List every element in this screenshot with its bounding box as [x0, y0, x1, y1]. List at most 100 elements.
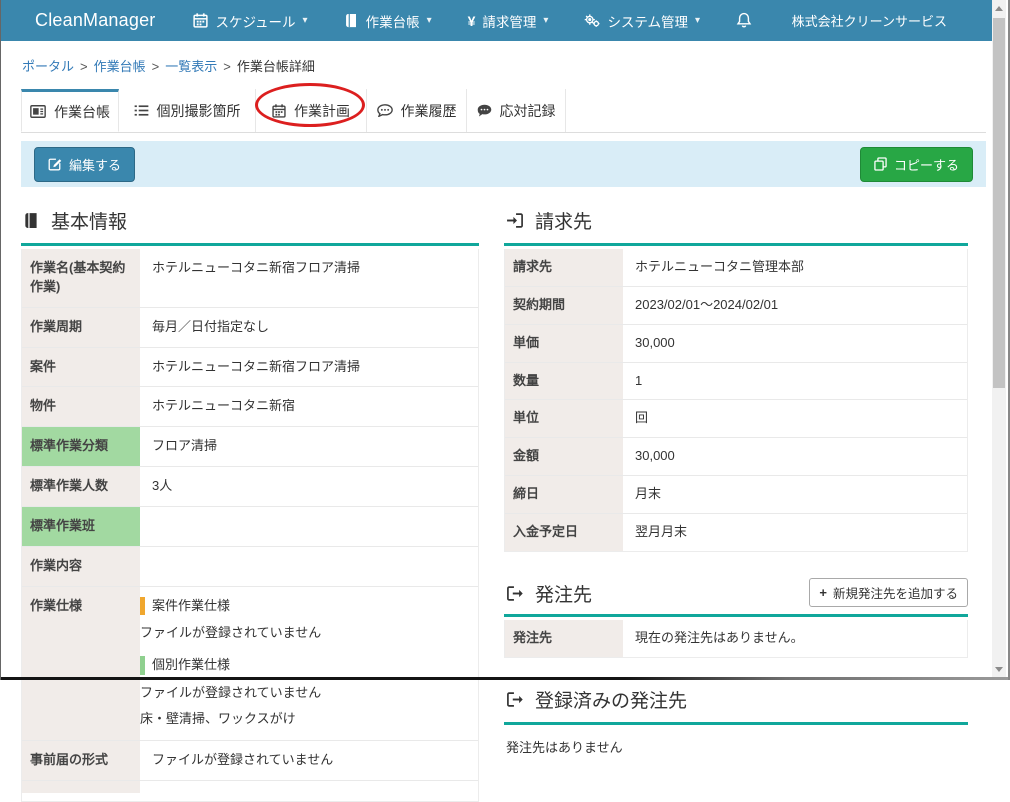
gears-icon [584, 13, 600, 28]
table-row: 案件 ホテルニューコタニ新宿フロア清掃 [22, 348, 478, 388]
add-supplier-button[interactable]: + 新規発注先を追加する [809, 578, 968, 607]
row-value: フロア清掃 [140, 427, 478, 466]
row-value: 1 [623, 363, 967, 400]
add-supplier-button-label: 新規発注先を追加する [833, 583, 958, 602]
row-label: 案件 [22, 348, 140, 387]
copy-button[interactable]: コピーする [860, 147, 973, 182]
yen-icon: ¥ [468, 13, 476, 29]
row-label: 発注先 [505, 620, 623, 657]
row-value: 現在の発注先はありません。 [623, 620, 967, 657]
breadcrumb-separator: > [80, 59, 88, 74]
breadcrumb-current: 作業台帳詳細 [237, 59, 315, 74]
billing-panel: 請求先 請求先 ホテルニューコタニ管理本部 契約期間 2023/02/01～20… [504, 201, 968, 802]
registered-supplier-empty-text: 発注先はありません [504, 737, 968, 756]
row-value: 30,000 [623, 438, 967, 475]
scroll-down-button[interactable] [992, 661, 1006, 677]
table-row: 作業内容 [22, 547, 478, 587]
basic-info-table: 作業名(基本契約作業) ホテルニューコタニ新宿フロア清掃 作業周期 毎月／日付指… [21, 249, 479, 802]
row-value: 2023/02/01～2024/02/01 [623, 287, 967, 324]
table-row: 契約期間 2023/02/01～2024/02/01 [505, 287, 967, 325]
row-value: ホテルニューコタニ新宿フロア清掃 [140, 249, 478, 307]
billing-table: 請求先 ホテルニューコタニ管理本部 契約期間 2023/02/01～2024/0… [504, 249, 968, 552]
table-row: 締日 月末 [505, 476, 967, 514]
tab-work-plan[interactable]: 作業計画 [256, 89, 367, 132]
triangle-down-icon [995, 667, 1003, 672]
copy-icon [874, 157, 887, 171]
row-label: 物件 [22, 387, 140, 426]
row-label-highlighted: 標準作業分類 [22, 427, 140, 466]
nav-menu-schedule[interactable]: スケジュール ▾ [193, 11, 307, 31]
spec-line: 床・壁清掃、ワックスがけ [140, 710, 478, 729]
row-value: 3人 [140, 467, 478, 506]
nav-menus: スケジュール ▾ 作業台帳 ▾ ¥ 請求管理 ▾ システム管理 ▾ [193, 11, 700, 31]
tab-individual-photo-spots[interactable]: 個別撮影箇所 [119, 89, 256, 132]
bell-icon[interactable] [736, 12, 752, 29]
spec-line: ファイルが登録されていません [140, 684, 478, 703]
table-row: 数量 1 [505, 363, 967, 401]
top-navbar: CleanManager スケジュール ▾ 作業台帳 ▾ ¥ 請求管理 ▾ シス… [1, 0, 995, 41]
row-label-highlighted: 標準作業班 [22, 507, 140, 546]
table-row: 標準作業班 [22, 507, 478, 547]
chevron-down-icon: ▾ [303, 15, 308, 26]
row-value: 毎月／日付指定なし [140, 308, 478, 347]
main-content: 基本情報 作業名(基本契約作業) ホテルニューコタニ新宿フロア清掃 作業周期 毎… [21, 201, 1008, 802]
row-label: 入金予定日 [505, 514, 623, 551]
row-label: 標準作業人数 [22, 467, 140, 506]
registered-supplier-heading: 登録済みの発注先 [504, 680, 968, 725]
nav-menu-system[interactable]: システム管理 ▾ [584, 11, 700, 31]
vertical-scrollbar[interactable] [992, 0, 1006, 677]
nav-menu-label: システム管理 [607, 11, 688, 31]
book-icon [344, 13, 359, 28]
tab-response-records[interactable]: 応対記録 [467, 89, 566, 132]
plus-icon: + [819, 585, 827, 600]
app-logo[interactable]: CleanManager [35, 10, 155, 31]
nav-menu-billing[interactable]: ¥ 請求管理 ▾ [468, 11, 549, 31]
tab-work-history[interactable]: 作業履歴 [367, 89, 467, 132]
breadcrumb-portal[interactable]: ポータル [22, 59, 74, 74]
spec-group-heading: 案件作業仕様 [140, 597, 230, 616]
tab-label: 作業台帳 [54, 102, 110, 122]
row-value [140, 547, 478, 586]
table-row: 標準作業分類 フロア清掃 [22, 427, 478, 467]
table-row: 事前届の形式 ファイルが登録されていません [22, 741, 478, 781]
edit-button-label: 編集する [69, 155, 121, 174]
row-value: ホテルニューコタニ管理本部 [623, 249, 967, 286]
row-label: 契約期間 [505, 287, 623, 324]
detail-tabs: 作業台帳 個別撮影箇所 作業計画 作業履歴 応対記録 [21, 89, 986, 133]
spec-line: ファイルが登録されていません [140, 624, 478, 643]
table-row: 単位 回 [505, 400, 967, 438]
table-row: 入金予定日 翌月月末 [505, 514, 967, 551]
row-label: 単価 [505, 325, 623, 362]
table-row: 物件 ホテルニューコタニ新宿 [22, 387, 478, 427]
chevron-down-icon: ▾ [543, 15, 548, 26]
section-title: 請求先 [535, 207, 592, 234]
row-label: 請求先 [505, 249, 623, 286]
nav-menu-work-ledger[interactable]: 作業台帳 ▾ [344, 11, 432, 31]
row-value [140, 781, 478, 801]
spec-group-heading: 個別作業仕様 [140, 656, 230, 675]
row-label: 金額 [505, 438, 623, 475]
row-label: 作業周期 [22, 308, 140, 347]
tab-work-ledger[interactable]: 作業台帳 [21, 89, 119, 132]
supplier-table: 発注先 現在の発注先はありません。 [504, 620, 968, 658]
edit-button[interactable]: 編集する [34, 147, 135, 182]
table-row: 請求先 ホテルニューコタニ管理本部 [505, 249, 967, 287]
nav-menu-label: 請求管理 [482, 11, 536, 31]
action-toolbar: 編集する コピーする [21, 141, 986, 187]
section-title: 発注先 [535, 580, 592, 607]
company-name[interactable]: 株式会社クリーンサービス [792, 11, 947, 30]
breadcrumb-separator: > [223, 59, 231, 74]
calendar-icon [193, 13, 208, 28]
table-row: 金額 30,000 [505, 438, 967, 476]
breadcrumb-list-view[interactable]: 一覧表示 [165, 59, 217, 74]
scroll-up-button[interactable] [992, 0, 1006, 16]
row-label: 事前届の形式 [22, 741, 140, 780]
table-row: 発注先 現在の発注先はありません。 [505, 620, 967, 657]
scrollbar-thumb[interactable] [993, 18, 1005, 388]
basic-info-panel: 基本情報 作業名(基本契約作業) ホテルニューコタニ新宿フロア清掃 作業周期 毎… [21, 201, 479, 802]
breadcrumb-work-ledger[interactable]: 作業台帳 [94, 59, 146, 74]
table-row: 標準作業人数 3人 [22, 467, 478, 507]
section-title: 基本情報 [51, 207, 127, 234]
comment-dots-icon [377, 104, 393, 117]
row-value: ホテルニューコタニ新宿 [140, 387, 478, 426]
